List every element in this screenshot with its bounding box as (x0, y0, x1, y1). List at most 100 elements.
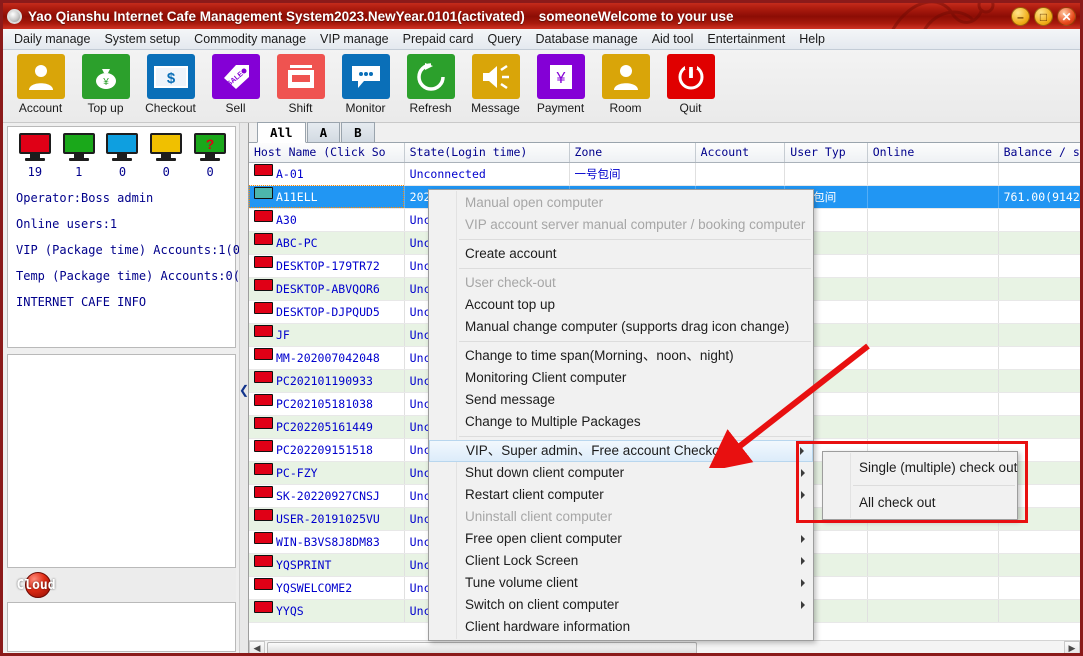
cell-online[interactable] (867, 300, 998, 323)
cell-balance[interactable] (998, 162, 1080, 185)
cell-online[interactable] (867, 415, 998, 438)
cell-balance[interactable] (998, 576, 1080, 599)
cell-account[interactable] (695, 162, 785, 185)
table-row[interactable]: A-01Unconnected一号包间192.168.100.42 (249, 162, 1080, 185)
cell-host-name[interactable]: DESKTOP-DJPQUD5 (249, 300, 404, 323)
menu-item-vip-manage[interactable]: VIP manage (313, 31, 396, 47)
cell-balance[interactable] (998, 346, 1080, 369)
menu-item-daily-manage[interactable]: Daily manage (7, 31, 97, 47)
cell-online[interactable] (867, 369, 998, 392)
context-menu-item[interactable]: Free open client computer (429, 528, 813, 550)
cell-host-name[interactable]: WIN-B3VS8J8DM83 (249, 530, 404, 553)
toolbar-button-account[interactable]: Account (10, 54, 71, 115)
context-menu-item[interactable]: VIP、Super admin、Free account Checkout (429, 440, 813, 462)
cell-online[interactable] (867, 208, 998, 231)
cell-host-name[interactable]: PC202105181038 (249, 392, 404, 415)
cell-online[interactable] (867, 185, 998, 208)
cell-host-name[interactable]: JF (249, 323, 404, 346)
cell-host-name[interactable]: A11ELL (249, 185, 404, 208)
cell-balance[interactable] (998, 392, 1080, 415)
horizontal-scrollbar[interactable]: ◀ ▶ (249, 640, 1080, 656)
status-counter-unknown[interactable]: ?0 (193, 133, 227, 179)
sidebar-collapse-handle[interactable]: ❮ (239, 123, 249, 656)
submenu-item[interactable]: All check out (823, 489, 1017, 517)
cell-host-name[interactable]: DESKTOP-ABVQOR6 (249, 277, 404, 300)
toolbar-button-quit[interactable]: Quit (660, 54, 721, 115)
minimize-button[interactable]: – (1011, 7, 1030, 26)
cell-balance[interactable] (998, 369, 1080, 392)
cell-host-name[interactable]: ABC-PC (249, 231, 404, 254)
toolbar-button-sell[interactable]: SALESell (205, 54, 266, 115)
cell-host-name[interactable]: MM-202007042048 (249, 346, 404, 369)
menu-item-commodity-manage[interactable]: Commodity manage (187, 31, 313, 47)
column-header[interactable]: State(Login time) (404, 143, 569, 162)
cell-balance[interactable] (998, 553, 1080, 576)
tab-b[interactable]: B (341, 122, 375, 142)
toolbar-button-message[interactable]: Message (465, 54, 526, 115)
cell-balance[interactable] (998, 277, 1080, 300)
cell-balance[interactable]: 761.00(9142) (998, 185, 1080, 208)
scroll-left-icon[interactable]: ◀ (249, 641, 265, 656)
context-menu-item[interactable]: Account top up (429, 294, 813, 316)
cell-balance[interactable] (998, 599, 1080, 622)
context-menu-item[interactable]: Tune volume client (429, 572, 813, 594)
cell-host-name[interactable]: YQSWELCOME2 (249, 576, 404, 599)
status-counter-locked[interactable]: 0 (149, 133, 183, 179)
cell-host-name[interactable]: A-01 (249, 162, 404, 185)
cell-host-name[interactable]: YYQS (249, 599, 404, 622)
status-counter-offline[interactable]: 19 (18, 133, 52, 179)
cell-online[interactable] (867, 576, 998, 599)
status-counter-in-use[interactable]: 1 (62, 133, 96, 179)
cell-user-type[interactable] (785, 162, 867, 185)
context-menu-item[interactable]: Monitoring Client computer (429, 367, 813, 389)
cell-online[interactable] (867, 231, 998, 254)
cell-online[interactable] (867, 599, 998, 622)
toolbar-button-payment[interactable]: ¥Payment (530, 54, 591, 115)
context-menu-item[interactable]: Switch on client computer (429, 594, 813, 616)
column-header[interactable]: Balance / surp: (998, 143, 1080, 162)
context-menu-item[interactable]: Change to time span(Morning、noon、night) (429, 345, 813, 367)
context-menu-item[interactable]: Shut down client computer (429, 462, 813, 484)
cell-host-name[interactable]: SK-20220927CNSJ (249, 484, 404, 507)
menu-item-system-setup[interactable]: System setup (97, 31, 187, 47)
cell-online[interactable] (867, 162, 998, 185)
column-header[interactable]: Zone (569, 143, 695, 162)
cell-zone[interactable]: 一号包间 (569, 162, 695, 185)
context-menu-item[interactable]: Change to Multiple Packages (429, 411, 813, 433)
cell-balance[interactable] (998, 208, 1080, 231)
menu-item-query[interactable]: Query (480, 31, 528, 47)
context-menu-item[interactable]: Create account (429, 243, 813, 265)
cell-host-name[interactable]: DESKTOP-179TR72 (249, 254, 404, 277)
cell-balance[interactable] (998, 415, 1080, 438)
toolbar-button-top-up[interactable]: ¥Top up (75, 54, 136, 115)
cloud-logo[interactable]: Cloud (23, 570, 53, 600)
menu-item-aid-tool[interactable]: Aid tool (645, 31, 701, 47)
context-menu-item[interactable]: Client Lock Screen (429, 550, 813, 572)
cell-host-name[interactable]: PC202209151518 (249, 438, 404, 461)
tab-a[interactable]: A (307, 122, 341, 142)
status-counter-idle[interactable]: 0 (106, 133, 140, 179)
context-menu-item[interactable]: Client hardware information (429, 616, 813, 638)
menu-item-help[interactable]: Help (792, 31, 832, 47)
menu-item-entertainment[interactable]: Entertainment (700, 31, 792, 47)
cell-host-name[interactable]: USER-20191025VU (249, 507, 404, 530)
cell-online[interactable] (867, 254, 998, 277)
cell-balance[interactable] (998, 300, 1080, 323)
toolbar-button-monitor[interactable]: Monitor (335, 54, 396, 115)
maximize-button[interactable]: □ (1034, 7, 1053, 26)
toolbar-button-room[interactable]: Room (595, 54, 656, 115)
toolbar-button-refresh[interactable]: Refresh (400, 54, 461, 115)
column-header[interactable]: Account (695, 143, 785, 162)
scroll-right-icon[interactable]: ▶ (1064, 641, 1080, 656)
context-menu-item[interactable]: Manual change computer (supports drag ic… (429, 316, 813, 338)
cell-host-name[interactable]: A30 (249, 208, 404, 231)
cell-host-name[interactable]: YQSPRINT (249, 553, 404, 576)
cell-online[interactable] (867, 323, 998, 346)
cell-online[interactable] (867, 553, 998, 576)
cell-host-name[interactable]: PC-FZY (249, 461, 404, 484)
column-header[interactable]: Online (867, 143, 998, 162)
menu-item-database-manage[interactable]: Database manage (529, 31, 645, 47)
cell-balance[interactable] (998, 231, 1080, 254)
close-button[interactable]: ✕ (1057, 7, 1076, 26)
cell-state[interactable]: Unconnected (404, 162, 569, 185)
